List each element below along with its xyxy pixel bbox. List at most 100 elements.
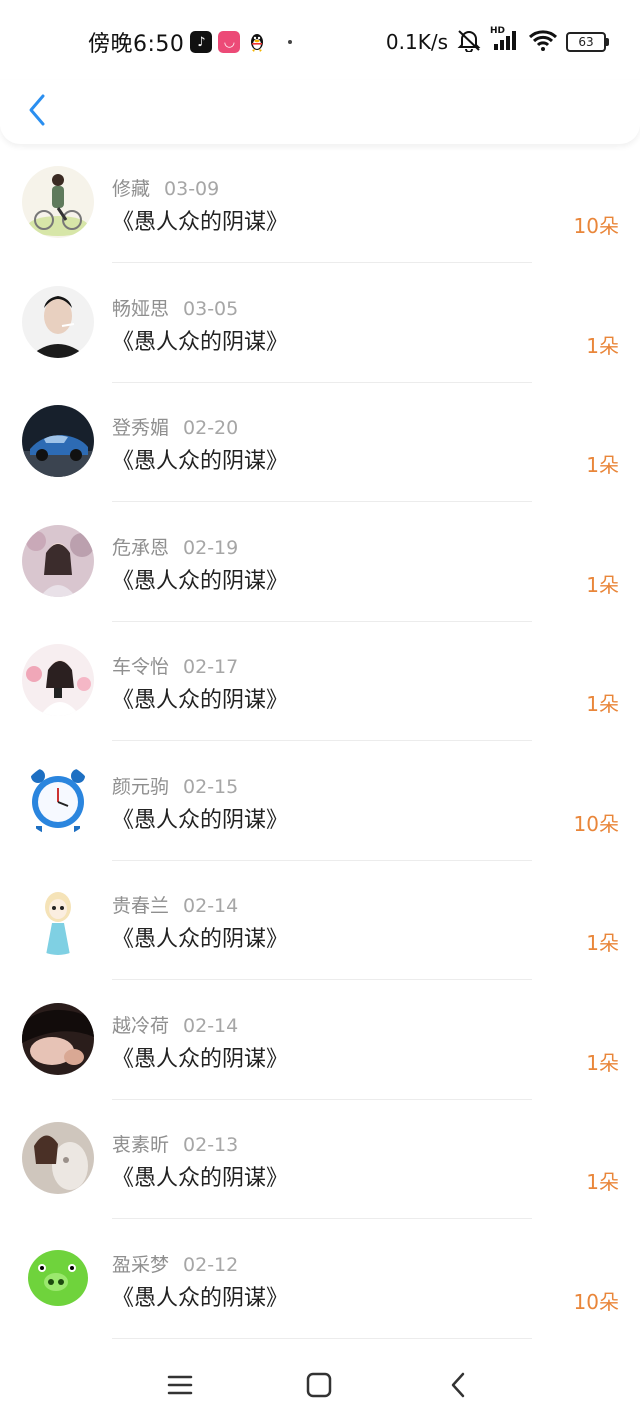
user-name[interactable]: 危承恩 (112, 537, 169, 559)
avatar-smoking-man[interactable] (22, 285, 94, 358)
record-date: 02-15 (183, 775, 239, 798)
meitu-icon: ◡ (218, 31, 241, 53)
record-date: 02-19 (183, 536, 239, 559)
user-info: 修藏 03-09 (112, 174, 219, 201)
list-item[interactable]: 盈采梦 02-12 《愚人众的阴谋》 10朵 (0, 1226, 640, 1346)
list-item[interactable]: 车令怡 02-17 《愚人众的阴谋》 1朵 (0, 628, 640, 748)
divider (112, 979, 532, 980)
system-nav-bar (0, 1350, 640, 1423)
avatar-blue-car[interactable] (22, 405, 94, 477)
user-name[interactable]: 越冷荷 (112, 1015, 169, 1037)
list-item[interactable]: 危承恩 02-19 《愚人众的阴谋》 1朵 (0, 509, 640, 629)
list-item[interactable]: 颜元驹 02-15 《愚人众的阴谋》 10朵 (0, 748, 640, 868)
user-info: 畅娅思 03-05 (112, 294, 238, 321)
mute-bell-icon (456, 28, 482, 56)
record-date: 02-12 (183, 1253, 239, 1276)
network-speed: 0.1K/s (385, 30, 448, 54)
status-left: 傍晚6:50 ♪ ◡ (88, 27, 293, 57)
record-date: 02-14 (183, 1014, 239, 1037)
status-time: 傍晚6:50 (88, 32, 185, 57)
divider (112, 1098, 532, 1100)
notification-dot (288, 40, 293, 44)
status-right: 0.1K/s HD 63 (385, 26, 609, 57)
divider (112, 1337, 532, 1339)
avatar-girl-white[interactable] (22, 644, 94, 716)
qq-penguin-icon (246, 31, 268, 53)
record-date: 03-09 (164, 178, 220, 200)
record-date: 02-17 (183, 656, 239, 678)
list-item[interactable]: 登秀媚 02-20 《愚人众的阴谋》 1朵 (0, 389, 640, 509)
wifi-icon (528, 28, 558, 56)
tiktok-icon: ♪ (190, 31, 213, 53)
status-bar: 傍晚6:50 ♪ ◡ 0.1K/s HD 63 (0, 0, 640, 80)
user-name[interactable]: 畅娅思 (112, 298, 169, 320)
book-title[interactable]: 《愚人众的阴谋》 (112, 802, 288, 834)
user-name[interactable]: 车令怡 (112, 656, 169, 678)
flower-count: 1朵 (586, 453, 619, 477)
flower-count: 10朵 (573, 214, 619, 238)
avatar-dark-portrait[interactable] (22, 1002, 94, 1075)
list-item[interactable]: 衷素昕 02-13 《愚人众的阴谋》 1朵 (0, 1106, 640, 1226)
list-item[interactable]: 贵春兰 02-14 《愚人众的阴谋》 1朵 (0, 867, 640, 987)
user-name[interactable]: 贵春兰 (112, 895, 169, 917)
square-home-icon (306, 1372, 332, 1398)
user-info: 危承恩 02-19 (112, 533, 238, 560)
list-item[interactable]: 修藏 03-09 《愚人众的阴谋》 10朵 (0, 150, 640, 270)
avatar-girl-statue[interactable] (22, 1122, 94, 1194)
flower-count: 10朵 (573, 1289, 619, 1314)
flower-count: 1朵 (586, 333, 619, 358)
book-title[interactable]: 《愚人众的阴谋》 (112, 324, 288, 356)
flower-count: 1朵 (586, 1050, 619, 1075)
user-name[interactable]: 颜元驹 (112, 776, 169, 798)
flower-count: 10朵 (573, 811, 619, 836)
avatar-green-pig[interactable] (22, 1241, 94, 1314)
book-title[interactable]: 《愚人众的阴谋》 (112, 1160, 288, 1192)
page-header (0, 80, 640, 144)
flower-record-list: 修藏 03-09 《愚人众的阴谋》 10朵 畅娅思 03-05 《愚人众的阴谋》 1朵 登秀媚 0… (0, 150, 640, 1345)
chevron-left-icon (29, 94, 45, 126)
book-title[interactable]: 《愚人众的阴谋》 (112, 1041, 288, 1073)
divider (112, 1218, 532, 1219)
book-title[interactable]: 《愚人众的阴谋》 (112, 1280, 288, 1312)
avatar-bicycle-boy[interactable] (22, 166, 94, 238)
signal-icon: HD (490, 26, 520, 56)
user-info: 登秀媚 02-20 (112, 413, 238, 440)
menu-icon (167, 1375, 193, 1395)
record-date: 02-13 (183, 1134, 239, 1156)
avatar-girl-blossoms[interactable] (22, 524, 94, 597)
user-name[interactable]: 盈采梦 (112, 1254, 169, 1276)
book-title[interactable]: 《愚人众的阴谋》 (112, 563, 288, 595)
menu-button[interactable] (160, 1365, 200, 1405)
book-title[interactable]: 《愚人众的阴谋》 (112, 921, 288, 953)
divider (112, 501, 532, 502)
divider (112, 740, 532, 741)
chevron-left-icon (451, 1372, 465, 1398)
user-info: 贵春兰 02-14 (112, 891, 238, 918)
divider (112, 859, 532, 861)
user-info: 盈采梦 02-12 (112, 1250, 238, 1277)
avatar-alarm-clock[interactable] (22, 763, 94, 836)
user-name[interactable]: 衷素昕 (112, 1134, 169, 1156)
book-title[interactable]: 《愚人众的阴谋》 (112, 682, 288, 714)
system-back-button[interactable] (438, 1365, 478, 1405)
divider (112, 262, 532, 263)
flower-count: 1朵 (586, 931, 619, 955)
flower-count: 1朵 (586, 572, 619, 597)
back-button[interactable] (22, 90, 52, 130)
record-date: 02-20 (183, 417, 239, 439)
flower-count: 1朵 (586, 1170, 619, 1194)
user-info: 衷素昕 02-13 (112, 1130, 238, 1157)
home-button[interactable] (299, 1365, 339, 1405)
book-title[interactable]: 《愚人众的阴谋》 (112, 443, 288, 475)
divider (112, 620, 532, 622)
avatar-cartoon-princess[interactable] (22, 883, 94, 955)
battery-indicator: 63 (566, 32, 609, 52)
record-date: 03-05 (183, 297, 239, 320)
user-name[interactable]: 修藏 (112, 178, 150, 200)
list-item[interactable]: 越冷荷 02-14 《愚人众的阴谋》 1朵 (0, 987, 640, 1107)
book-title[interactable]: 《愚人众的阴谋》 (112, 204, 288, 236)
list-item[interactable]: 畅娅思 03-05 《愚人众的阴谋》 1朵 (0, 270, 640, 390)
user-info: 越冷荷 02-14 (112, 1011, 238, 1038)
user-name[interactable]: 登秀媚 (112, 417, 169, 439)
flower-count: 1朵 (586, 692, 619, 716)
